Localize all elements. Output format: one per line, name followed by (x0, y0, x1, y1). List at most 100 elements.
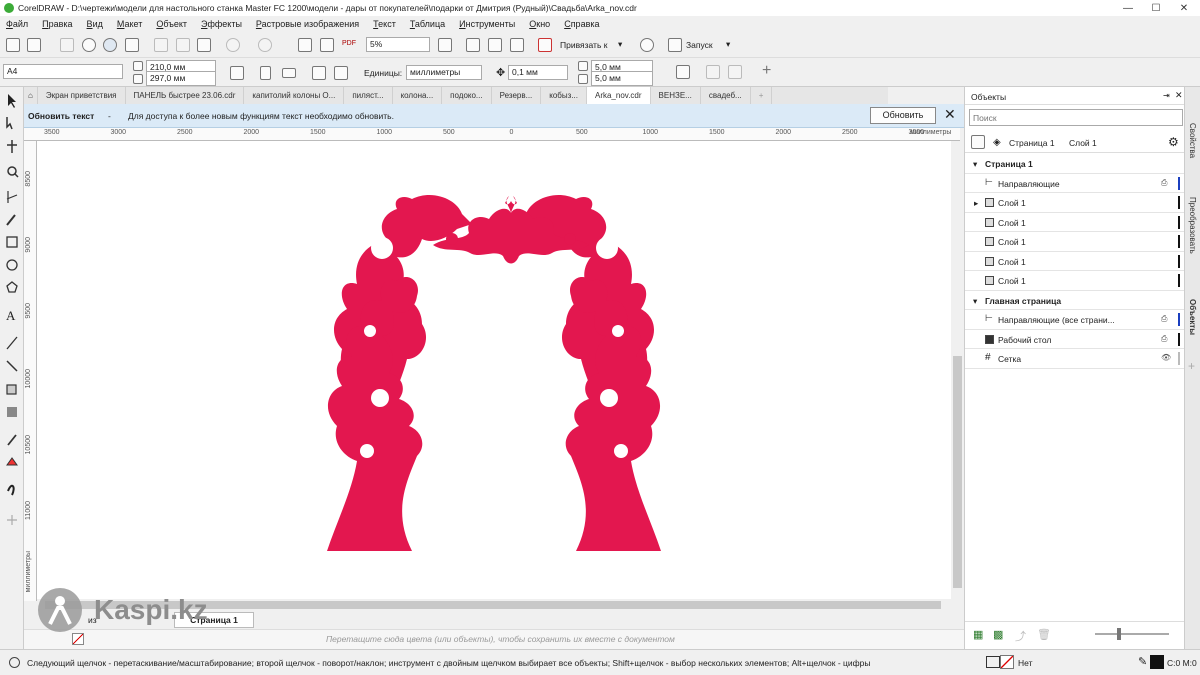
fill-indicator-icon[interactable] (986, 656, 1000, 668)
all-pages-icon[interactable] (230, 66, 244, 80)
color-swatch[interactable] (1150, 655, 1164, 669)
document-tab[interactable]: ПАНЕЛЬ быстрее 23.06.cdr (126, 87, 245, 104)
menu-item-4[interactable]: Объект (156, 19, 187, 29)
print-icon[interactable] (125, 38, 139, 52)
collapse-arrow-icon[interactable]: ▾ (973, 159, 977, 170)
redo-icon[interactable] (258, 38, 272, 52)
vertical-scroll-thumb[interactable] (953, 356, 962, 588)
open-folder-icon[interactable] (27, 38, 41, 52)
new-tab-icon[interactable]: + (751, 87, 773, 104)
print-toggle-icon[interactable]: ⎙ (1161, 314, 1167, 324)
outline-none-icon[interactable] (1000, 655, 1014, 669)
page-frame-icon[interactable] (676, 65, 690, 79)
new-master-layer-icon[interactable]: ▩ (993, 628, 1003, 641)
expand-arrow-icon[interactable]: ▸ (974, 198, 978, 209)
snap-to-selection-icon[interactable] (728, 65, 742, 79)
maximize-button[interactable]: ☐ (1143, 0, 1169, 16)
panel-close-icon[interactable]: ✕ (1175, 90, 1183, 101)
menu-item-5[interactable]: Эффекты (201, 19, 242, 29)
document-tab[interactable]: подоко... (442, 87, 492, 104)
apply-all-pages-icon[interactable] (312, 66, 326, 80)
eyedropper-icon[interactable]: ✎ (1138, 655, 1147, 668)
visibility-eye-icon[interactable]: 👁 (1161, 353, 1171, 362)
tree-section-header[interactable]: ▾ Страница 1 (965, 154, 1185, 174)
undo-icon[interactable] (226, 38, 240, 52)
tab-transform[interactable]: Преобразовать (1188, 197, 1197, 254)
tree-section-header[interactable]: ▾ Главная страница (965, 291, 1185, 310)
cloud-download-icon[interactable] (103, 38, 117, 52)
snap-to-dropdown[interactable]: Привязать к (560, 40, 607, 50)
document-tab[interactable]: колона... (393, 87, 443, 104)
guidelines-icon[interactable] (510, 38, 524, 52)
nudge-distance-input[interactable]: 0,1 мм (508, 65, 568, 80)
tree-row[interactable]: Слой 1 (965, 232, 1185, 252)
menu-item-3[interactable]: Макет (117, 19, 142, 29)
print-toggle-icon[interactable]: ⎙ (1161, 334, 1167, 344)
tree-row[interactable]: ⊢ Направляющие (все страни... ⎙ (965, 310, 1185, 330)
panel-gear-icon[interactable]: ⚙ (1168, 135, 1179, 149)
launch-icon[interactable] (668, 38, 682, 52)
tree-row[interactable]: Слой 1 (965, 252, 1185, 271)
document-tab[interactable]: Экран приветствия (38, 87, 126, 104)
add-icon[interactable]: + (762, 62, 771, 80)
minimize-button[interactable]: — (1115, 0, 1141, 16)
zoom-level-combo[interactable]: 5% (366, 37, 430, 52)
home-icon[interactable]: ⌂ (24, 87, 38, 104)
tree-row[interactable]: ⊢ Направляющие ⎙ (965, 174, 1185, 193)
landscape-icon[interactable] (282, 68, 296, 78)
document-tab[interactable]: Резерв... (492, 87, 542, 104)
objects-options-icon[interactable] (971, 135, 985, 149)
document-tab[interactable]: пиляст... (344, 87, 393, 104)
menu-item-10[interactable]: Окно (529, 19, 550, 29)
menu-item-7[interactable]: Текст (373, 19, 396, 29)
options-gear-icon[interactable] (640, 38, 654, 52)
menu-item-6[interactable]: Растровые изображения (256, 19, 359, 29)
document-tab[interactable]: капитолий колоны О... (244, 87, 345, 104)
cloud-upload-icon[interactable] (82, 38, 96, 52)
add-docker-icon[interactable]: + (1188, 359, 1195, 373)
menu-item-11[interactable]: Справка (564, 19, 599, 29)
save-icon[interactable] (60, 38, 74, 52)
grid-icon[interactable] (488, 38, 502, 52)
launch-dropdown[interactable]: Запуск (686, 40, 713, 50)
panel-expand-icon[interactable]: ⇥ (1163, 91, 1170, 100)
menu-item-1[interactable]: Правка (42, 19, 72, 29)
portrait-icon[interactable] (260, 66, 271, 80)
vertical-ruler[interactable]: 8500 9000 9500 10000 10500 11000 миллиметры (24, 141, 37, 601)
menu-item-0[interactable]: Файл (6, 19, 28, 29)
document-tab[interactable]: кобыз... (541, 87, 587, 104)
paste-icon[interactable] (197, 38, 211, 52)
move-to-layer-icon[interactable]: ⤴ (1015, 628, 1026, 644)
duplicate-y-input[interactable]: 5,0 мм (591, 71, 653, 86)
tree-row[interactable]: Рабочий стол ⎙ (965, 330, 1185, 349)
tree-row[interactable]: # Сетка 👁 (965, 349, 1185, 369)
current-page-icon[interactable] (334, 66, 348, 80)
collapse-arrow-icon[interactable]: ▾ (973, 296, 977, 307)
page-size-combo[interactable]: A4 (3, 64, 123, 79)
document-tab[interactable]: Arka_nov.cdr (586, 87, 651, 104)
delete-icon[interactable]: 🗑 (1037, 628, 1051, 641)
panel-zoom-slider[interactable] (1095, 633, 1169, 635)
document-tab[interactable]: ВЕНЗЕ... (651, 87, 701, 104)
rulers-icon[interactable] (466, 38, 480, 52)
print-toggle-icon[interactable]: ⎙ (1161, 178, 1167, 188)
objects-search-input[interactable] (969, 109, 1183, 126)
page-height-input[interactable]: 297,0 мм (146, 71, 216, 86)
tab-properties[interactable]: Свойства (1188, 123, 1197, 158)
full-screen-icon[interactable] (438, 38, 452, 52)
treat-as-filled-icon[interactable] (706, 65, 720, 79)
tree-row[interactable]: ▸ Слой 1 (965, 193, 1185, 213)
pdf-export-icon[interactable]: PDF (342, 40, 356, 47)
panel-zoom-slider-thumb[interactable] (1117, 628, 1121, 640)
copy-icon[interactable] (176, 38, 190, 52)
vertical-scrollbar[interactable] (951, 141, 964, 599)
menu-item-8[interactable]: Таблица (410, 19, 445, 29)
import-icon[interactable] (298, 38, 312, 52)
tree-row[interactable]: Слой 1 (965, 271, 1185, 291)
horizontal-ruler[interactable]: 3500 3000 2500 2000 1500 1000 500 0 500 1000 1500 2… (24, 128, 960, 141)
tab-objects[interactable]: Объекты (1188, 299, 1197, 335)
drawing-canvas[interactable] (37, 141, 951, 599)
cut-icon[interactable] (154, 38, 168, 52)
tree-row[interactable]: Слой 1 (965, 213, 1185, 232)
units-combo[interactable]: миллиметры (406, 65, 482, 80)
